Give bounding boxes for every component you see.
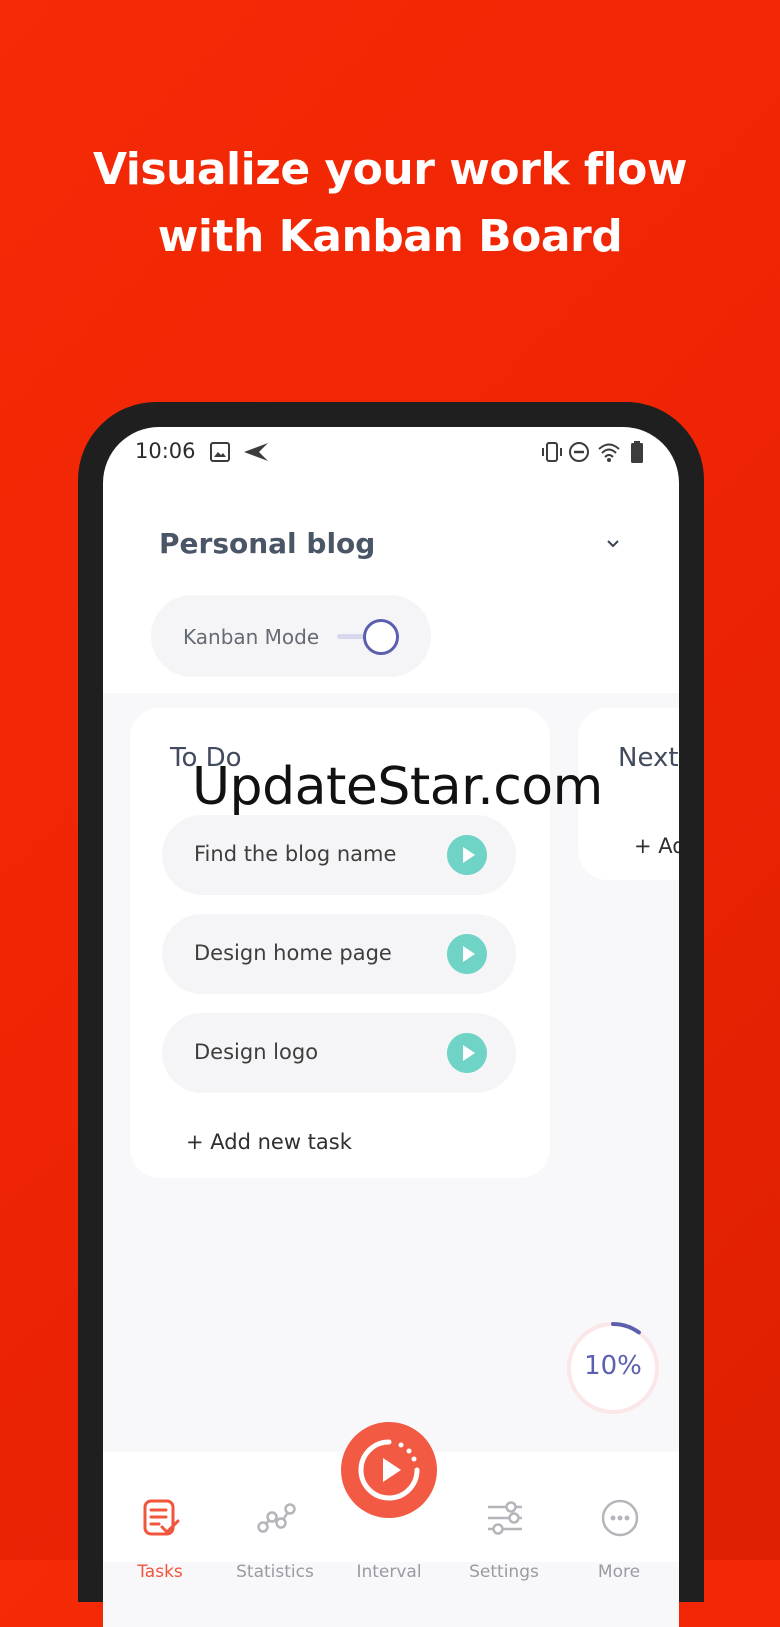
wifi-icon — [598, 443, 620, 462]
nav-statistics[interactable]: Statistics — [220, 1452, 330, 1582]
play-timer-icon — [358, 1439, 420, 1501]
nav-label: More — [597, 1562, 641, 1582]
sliders-icon — [488, 1501, 522, 1535]
play-icon[interactable] — [447, 1033, 487, 1073]
headline-line-1: Visualize your work flow — [92, 144, 688, 195]
watermark: UpdateStar.com — [192, 757, 603, 817]
task-card[interactable]: Find the blog name — [162, 815, 516, 895]
nav-tasks[interactable]: Tasks — [105, 1452, 215, 1582]
vibrate-icon — [542, 442, 562, 462]
kanban-mode-toggle[interactable]: Kanban Mode — [151, 595, 431, 677]
nav-label: Statistics — [236, 1562, 314, 1582]
column-title: Next — [618, 743, 679, 773]
progress-label: 10% — [584, 1351, 642, 1381]
kanban-mode-label: Kanban Mode — [183, 625, 320, 649]
add-new-task-button[interactable]: + Ad — [634, 834, 679, 858]
chevron-down-icon[interactable] — [601, 531, 625, 555]
nav-label: Interval — [356, 1562, 422, 1582]
battery-icon — [631, 441, 643, 463]
task-card[interactable]: Design logo — [162, 1013, 516, 1093]
headline: Visualize your work flow with Kanban Boa… — [0, 136, 780, 270]
send-icon — [244, 443, 268, 461]
task-label: Design logo — [194, 1040, 319, 1064]
task-card[interactable]: Design home page — [162, 914, 516, 994]
task-label: Find the blog name — [194, 842, 397, 866]
progress-widget[interactable]: 10% — [564, 1319, 662, 1417]
more-icon — [601, 1499, 639, 1537]
nav-more[interactable]: More — [564, 1452, 674, 1582]
add-new-task-button[interactable]: + Add new task — [186, 1130, 352, 1154]
nav-label: Settings — [469, 1562, 539, 1582]
do-not-disturb-icon — [569, 442, 589, 462]
phone-frame: 10:06 Personal blog Kanban Mode To Do Fi… — [78, 402, 704, 1627]
interval-button[interactable] — [341, 1422, 437, 1518]
nav-settings[interactable]: Settings — [449, 1452, 559, 1582]
phone-screen: 10:06 Personal blog Kanban Mode To Do Fi… — [103, 427, 679, 1627]
task-label: Design home page — [194, 941, 392, 965]
headline-line-2: with Kanban Board — [157, 211, 623, 262]
toggle-knob[interactable] — [363, 619, 399, 655]
play-icon[interactable] — [447, 835, 487, 875]
status-time: 10:06 — [135, 439, 196, 463]
nav-label: Tasks — [137, 1562, 183, 1582]
project-title[interactable]: Personal blog — [159, 527, 375, 560]
status-bar: 10:06 — [103, 427, 679, 477]
tasks-icon — [143, 1499, 180, 1536]
play-icon[interactable] — [447, 934, 487, 974]
statistics-icon — [257, 1503, 296, 1533]
image-icon — [210, 442, 230, 462]
